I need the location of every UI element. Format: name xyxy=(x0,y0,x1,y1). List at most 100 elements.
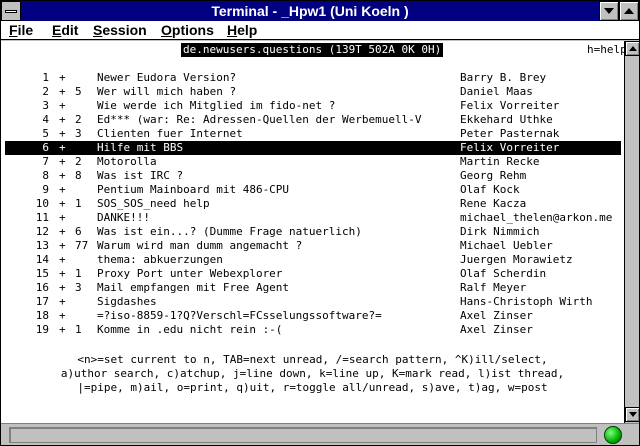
thread-count: 77 xyxy=(75,239,89,252)
thread-count: 6 xyxy=(75,225,82,238)
minimize-button[interactable] xyxy=(599,1,619,21)
thread-number: 3 xyxy=(42,99,49,112)
thread-subject: Was ist ein...? (Dumme Frage natuerlich) xyxy=(97,225,362,238)
thread-subject: Hilfe mit BBS xyxy=(97,141,184,154)
thread-row[interactable]: 8 +8 Was ist IRC ? Georg Rehm xyxy=(5,169,621,183)
thread-author: Axel Zinser xyxy=(460,309,533,322)
terminal-window: Terminal - _Hpw1 (Uni Koeln ) File Edit … xyxy=(0,0,640,446)
thread-flag: + xyxy=(59,323,66,336)
thread-subject: Clienten fuer Internet xyxy=(97,127,243,140)
scroll-up-icon xyxy=(629,46,637,51)
thread-row[interactable]: 3 + Wie werde ich Mitglied im fido-net ? Fe… xyxy=(5,99,621,113)
thread-subject: Komme in .edu nicht rein :-( xyxy=(97,323,283,336)
thread-subject: DANKE!!! xyxy=(97,211,150,224)
thread-author: Ekkehard Uthke xyxy=(460,113,553,126)
thread-subject: Warum wird man dumm angemacht ? xyxy=(97,239,303,252)
thread-subject: Was ist IRC ? xyxy=(97,169,184,182)
thread-flag: + xyxy=(59,127,66,140)
thread-row[interactable]: 16 +3 Mail empfangen mit Free Agent Ralf Me… xyxy=(5,281,621,295)
menu-help[interactable]: Help xyxy=(227,22,257,38)
thread-count: 5 xyxy=(75,85,82,98)
status-field xyxy=(9,427,597,443)
maximize-button[interactable] xyxy=(619,1,639,21)
menu-session[interactable]: Session xyxy=(93,22,147,38)
thread-subject: Wer will mich haben ? xyxy=(97,85,237,98)
thread-flag: + xyxy=(59,141,66,154)
newsgroup-header: de.newusers.questions (139T 502A 0K 0H) xyxy=(181,43,444,57)
status-bar xyxy=(1,423,639,445)
thread-number: 2 xyxy=(42,85,49,98)
thread-count: 1 xyxy=(75,267,82,280)
thread-author: Barry B. Brey xyxy=(460,71,547,84)
help-line-2: a)uthor search, c)atchup, j=line down, k… xyxy=(60,367,565,380)
thread-subject: Wie werde ich Mitglied im fido-net ? xyxy=(97,99,336,112)
thread-row[interactable]: 5 +3 Clienten fuer Internet Peter Pasternak xyxy=(5,127,621,141)
thread-number: 8 xyxy=(42,169,49,182)
thread-subject: Sigdashes xyxy=(97,295,157,308)
thread-author: Felix Vorreiter xyxy=(460,99,560,112)
thread-flag: + xyxy=(59,267,66,280)
thread-number: 13 xyxy=(35,239,49,252)
maximize-icon xyxy=(624,8,634,14)
menu-bar: File Edit Session Options Help xyxy=(1,21,639,40)
thread-row[interactable]: 11 + DANKE!!! michael_thelen@arkon.me xyxy=(5,211,621,225)
thread-number: 5 xyxy=(42,127,49,140)
thread-number: 10 xyxy=(35,197,49,210)
thread-row[interactable]: 7 +2 Motorolla Martin Recke xyxy=(5,155,621,169)
thread-author: Michael Uebler xyxy=(460,239,553,252)
thread-author: Ralf Meyer xyxy=(460,281,527,294)
thread-row[interactable]: 17 + Sigdashes Hans-Christoph Wirth xyxy=(5,295,621,309)
thread-flag: + xyxy=(59,113,66,126)
thread-flag: + xyxy=(59,99,66,112)
thread-row[interactable]: 2 +5 Wer will mich haben ? Daniel Maas xyxy=(5,85,621,99)
thread-subject: Motorolla xyxy=(97,155,157,168)
thread-number: 18 xyxy=(35,309,49,322)
thread-row[interactable]: 15 +1 Proxy Port unter Webexplorer Olaf Sch… xyxy=(5,267,621,281)
scroll-down-button[interactable] xyxy=(625,407,640,422)
thread-author: Felix Vorreiter xyxy=(460,141,560,154)
vertical-scrollbar[interactable] xyxy=(624,41,640,423)
thread-number: 14 xyxy=(35,253,49,266)
window-title: Terminal - _Hpw1 (Uni Koeln ) xyxy=(211,3,409,19)
thread-subject: Mail empfangen mit Free Agent xyxy=(97,281,290,294)
thread-flag: + xyxy=(59,239,66,252)
thread-row[interactable]: 12 +6 Was ist ein...? (Dumme Frage natuerl… xyxy=(5,225,621,239)
thread-count: 2 xyxy=(75,155,82,168)
thread-flag: + xyxy=(59,225,66,238)
thread-author: michael_thelen@arkon.me xyxy=(460,211,613,224)
thread-row[interactable]: 10 +1 SOS_SOS_need help Rene Kacza xyxy=(5,197,621,211)
help-line-1: <n>=set current to n, TAB=next unread, /… xyxy=(77,353,548,366)
menu-edit[interactable]: Edit xyxy=(52,22,78,38)
title-bar[interactable]: Terminal - _Hpw1 (Uni Koeln ) xyxy=(1,1,639,21)
thread-author: Peter Pasternak xyxy=(460,127,560,140)
thread-row[interactable]: 6 + Hilfe mit BBS Felix Vorreiter xyxy=(5,141,621,155)
scroll-up-button[interactable] xyxy=(625,41,640,56)
system-menu-icon[interactable] xyxy=(1,1,21,21)
thread-number: 4 xyxy=(42,113,49,126)
terminal-screen[interactable]: de.newusers.questions (139T 502A 0K 0H) … xyxy=(1,41,624,423)
thread-author: Martin Recke xyxy=(460,155,540,168)
thread-number: 9 xyxy=(42,183,49,196)
scroll-down-icon xyxy=(629,412,637,417)
thread-row[interactable]: 4 +2 Ed*** (war: Re: Adressen-Quellen der … xyxy=(5,113,621,127)
menu-options[interactable]: Options xyxy=(161,22,214,38)
thread-row[interactable]: 13 +77 Warum wird man dumm angemacht ? Mich… xyxy=(5,239,621,253)
menu-file[interactable]: File xyxy=(9,22,33,38)
thread-number: 6 xyxy=(42,141,49,154)
connection-status-icon xyxy=(604,426,622,444)
thread-row[interactable]: 9 + Pentium Mainboard mit 486-CPU Olaf Kock xyxy=(5,183,621,197)
thread-row[interactable]: 1 + Newer Eudora Version? Barry B. Brey xyxy=(5,71,621,85)
thread-author: Olaf Kock xyxy=(460,183,520,196)
thread-number: 15 xyxy=(35,267,49,280)
thread-author: Olaf Scherdin xyxy=(460,267,547,280)
thread-row[interactable]: 19 +1 Komme in .edu nicht rein :-(Axel Zin… xyxy=(5,323,621,337)
thread-flag: + xyxy=(59,295,66,308)
thread-row[interactable]: 18 + =?iso-8859-1?Q?Verschl=FCsselungssoft… xyxy=(5,309,621,323)
thread-flag: + xyxy=(59,281,66,294)
thread-flag: + xyxy=(59,71,66,84)
thread-author: Georg Rehm xyxy=(460,169,527,182)
thread-flag: + xyxy=(59,183,66,196)
thread-subject: Proxy Port unter Webexplorer xyxy=(97,267,283,280)
thread-row[interactable]: 14 + thema: abkuerzungen Juergen Morawietz xyxy=(5,253,621,267)
thread-subject: Pentium Mainboard mit 486-CPU xyxy=(97,183,290,196)
